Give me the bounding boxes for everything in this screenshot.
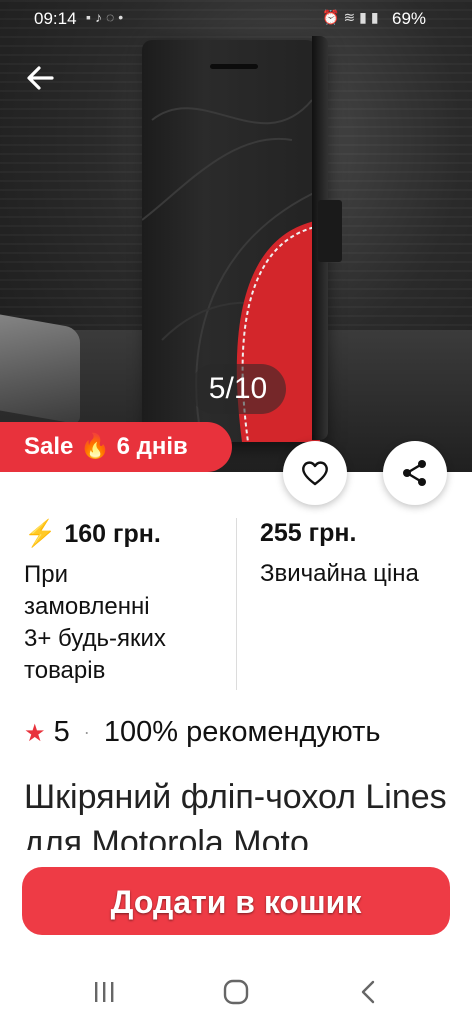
share-button[interactable]: [383, 441, 447, 505]
bulk-price: 160 грн.: [64, 520, 161, 548]
wifi-icon: ≋: [343, 9, 360, 25]
regular-price-note: Звичайна ціна: [260, 560, 419, 587]
lightning-icon: ⚡: [24, 518, 57, 548]
signal-icon: ▮: [370, 9, 383, 25]
notification-dot-icon: •: [118, 9, 128, 25]
arrow-left-icon: [27, 66, 54, 90]
chevron-left-icon: [361, 980, 375, 1004]
rating-row[interactable]: ★ 5 · 100% рекомендують: [24, 712, 380, 755]
back-button[interactable]: [22, 60, 58, 96]
notification-icons: ▪♪◌•: [86, 9, 127, 25]
star-icon: ★: [24, 720, 46, 747]
case-strap: [318, 200, 342, 262]
product-image[interactable]: 5/10: [0, 0, 472, 472]
system-back-button[interactable]: [348, 976, 388, 1008]
status-time: 09:14: [34, 9, 77, 28]
alarm-icon: ⏰: [322, 9, 344, 25]
speaker-cutout: [210, 64, 258, 69]
viber-icon: ◌: [105, 9, 119, 25]
recommend-text: 100% рекомендують: [103, 716, 381, 748]
bulk-price-note: При замовленні 3+ будь-яких товарів: [24, 561, 166, 684]
sale-badge: Sale 🔥 6 днів: [0, 422, 232, 472]
facebook-icon: ▪: [86, 9, 95, 25]
system-nav-bar: [0, 958, 472, 1024]
gallery-counter: 5/10: [190, 364, 286, 414]
signal-icon: ▮: [359, 9, 371, 25]
share-icon: [403, 460, 426, 486]
battery-level: 69%: [392, 9, 427, 28]
home-icon: [223, 979, 249, 1005]
rating-score: 5: [53, 716, 70, 748]
recent-apps-button[interactable]: [84, 976, 124, 1008]
recent-apps-icon: [95, 982, 114, 1002]
bulk-price-block: ⚡ 160 грн. При замовленні 3+ будь-яких то…: [24, 516, 224, 687]
separator-dot: ·: [83, 722, 90, 742]
product-title: Шкіряний фліп-чохол Lines для Motorola M…: [24, 778, 447, 850]
home-button[interactable]: [216, 976, 256, 1008]
tiktok-icon: ♪: [94, 9, 106, 25]
status-bar: 09:14 ▪♪◌• ⏰≋▮▮ 69%: [0, 0, 472, 36]
add-to-cart-button[interactable]: Додати в кошик: [22, 867, 450, 935]
system-icons: ⏰≋▮▮: [322, 9, 383, 26]
regular-price-block: 255 грн. Звичайна ціна: [260, 516, 460, 590]
favorite-button[interactable]: [283, 441, 347, 505]
heart-icon: [302, 461, 328, 486]
regular-price: 255 грн.: [260, 519, 357, 547]
price-divider: [236, 518, 237, 690]
